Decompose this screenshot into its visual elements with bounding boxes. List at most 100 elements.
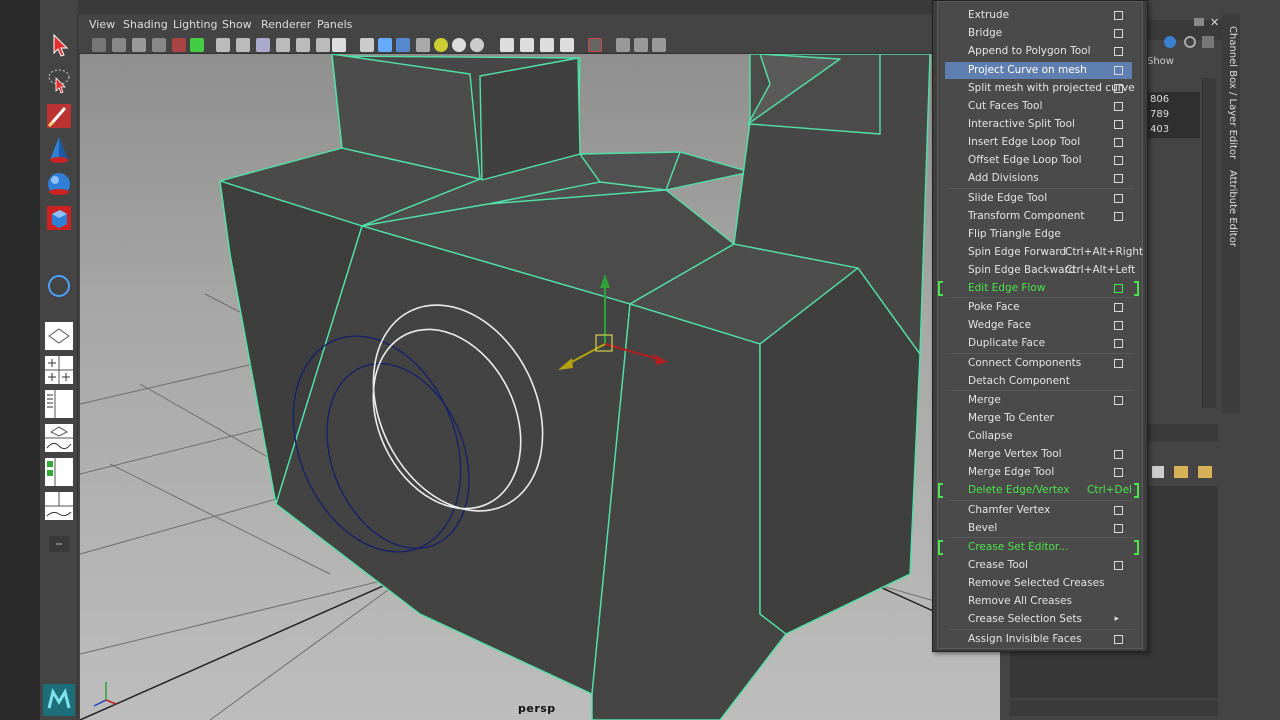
menu-shading[interactable]: Shading	[123, 18, 168, 31]
menu-item[interactable]: Spin Edge Backward Ctrl+Alt+Left	[945, 262, 1135, 279]
menu-item[interactable]: Split mesh with projected curve	[945, 80, 1135, 97]
option-box-icon[interactable]	[1114, 396, 1123, 405]
option-box-icon[interactable]	[1114, 303, 1123, 312]
single-pane-layout-icon[interactable]	[43, 320, 75, 352]
menu-item[interactable]: Flip Triangle Edge	[945, 226, 1132, 243]
safe-title-icon[interactable]	[316, 38, 330, 52]
menu-item[interactable]: Merge To Center	[945, 410, 1132, 427]
menu-view[interactable]: View	[89, 18, 115, 31]
layer-hscrollbar[interactable]	[1010, 700, 1218, 716]
menu-item[interactable]: Chamfer Vertex	[945, 502, 1132, 519]
menu-item[interactable]: Connect Components	[945, 355, 1132, 372]
option-box-icon[interactable]	[1114, 102, 1123, 111]
wireframe-icon[interactable]	[216, 38, 230, 52]
menu-item[interactable]: Remove Selected Creases	[945, 575, 1132, 592]
isolate-select-icon[interactable]	[588, 38, 602, 52]
channel-value[interactable]: 789	[1150, 109, 1169, 120]
menu-item[interactable]: Wedge Face	[945, 317, 1132, 334]
menu-item[interactable]: Bridge	[945, 25, 1132, 42]
smooth-shade-icon[interactable]	[378, 38, 392, 52]
option-box-icon[interactable]	[1114, 339, 1123, 348]
channel-box-settings-icon[interactable]	[1184, 36, 1196, 48]
menu-item[interactable]: Merge Vertex Tool	[945, 446, 1132, 463]
menu-item[interactable]: Add Divisions	[945, 170, 1132, 187]
use-all-lights-icon[interactable]	[434, 38, 448, 52]
menu-item[interactable]: Edit Edge Flow	[938, 280, 1139, 297]
scale-tool-icon[interactable]	[43, 202, 75, 234]
channel-box-toggle-icon[interactable]	[1164, 36, 1176, 48]
lasso-tool-icon[interactable]	[43, 64, 75, 96]
show-menu[interactable]: Show	[1147, 56, 1174, 67]
option-box-icon[interactable]	[1114, 561, 1123, 570]
option-box-icon[interactable]	[1114, 66, 1123, 75]
menu-lighting[interactable]: Lighting	[173, 18, 217, 31]
option-box-icon[interactable]	[1114, 284, 1123, 293]
move-tool-icon[interactable]	[43, 134, 75, 166]
backface-icon[interactable]	[652, 38, 666, 52]
option-box-icon[interactable]	[1114, 11, 1123, 20]
menu-item[interactable]: Remove All Creases	[945, 593, 1132, 610]
field-chart-icon[interactable]	[276, 38, 290, 52]
safe-action-icon[interactable]	[296, 38, 310, 52]
depth-of-field-icon[interactable]	[540, 38, 554, 52]
option-box-icon[interactable]	[1114, 84, 1123, 93]
screen-space-ao-icon[interactable]	[470, 38, 484, 52]
option-box-icon[interactable]	[1114, 138, 1123, 147]
layer-stack-icon[interactable]	[1152, 466, 1164, 478]
option-box-icon[interactable]	[1114, 468, 1123, 477]
option-box-icon[interactable]	[1114, 506, 1123, 515]
textured-icon[interactable]	[416, 38, 430, 52]
close-panel-icon[interactable]: ✕	[1210, 16, 1219, 29]
channel-value[interactable]: 403	[1150, 124, 1169, 135]
multisample-icon[interactable]	[520, 38, 534, 52]
menu-item[interactable]: Duplicate Face	[945, 335, 1132, 352]
graph-layout-icon[interactable]	[43, 422, 75, 454]
menu-item[interactable]: Assign Invisible Faces	[945, 631, 1132, 648]
menu-item[interactable]: Extrude	[945, 7, 1132, 24]
hypershade-layout-icon[interactable]	[43, 456, 75, 488]
option-box-icon[interactable]	[1114, 635, 1123, 644]
paint-select-tool-icon[interactable]	[43, 100, 75, 132]
menu-item[interactable]: Detach Component	[945, 373, 1132, 390]
option-box-icon[interactable]	[1114, 156, 1123, 165]
menu-item[interactable]: Merge Edge Tool	[945, 464, 1132, 481]
circle-tool-icon[interactable]	[43, 270, 75, 302]
menu-item[interactable]: Offset Edge Loop Tool	[945, 152, 1132, 169]
channel-value[interactable]: 806	[1150, 94, 1169, 105]
xray-icon[interactable]	[560, 38, 574, 52]
menu-item[interactable]: Cut Faces Tool	[945, 98, 1132, 115]
motion-blur-icon[interactable]	[500, 38, 514, 52]
camera-attributes-icon[interactable]	[112, 38, 126, 52]
camera-icon[interactable]	[92, 38, 106, 52]
select-tool-icon[interactable]	[43, 28, 75, 60]
wireframe-shade-icon[interactable]	[360, 38, 374, 52]
menu-item[interactable]: Insert Edge Loop Tool	[945, 134, 1132, 151]
option-box-icon[interactable]	[1114, 194, 1123, 203]
wireframe-on-shaded-icon[interactable]	[396, 38, 410, 52]
menu-item[interactable]: Poke Face	[945, 299, 1132, 316]
script-layout-icon[interactable]	[43, 490, 75, 522]
menu-item[interactable]: Delete Edge/Vertex Ctrl+Del	[938, 482, 1139, 499]
four-pane-layout-icon[interactable]	[43, 354, 75, 386]
option-box-icon[interactable]	[1114, 29, 1123, 38]
menu-item[interactable]: Slide Edge Tool	[945, 190, 1132, 207]
menu-item[interactable]: Append to Polygon Tool	[945, 43, 1132, 60]
image-plane-icon[interactable]	[152, 38, 166, 52]
option-box-icon[interactable]	[1114, 47, 1123, 56]
tab-channel-box[interactable]: Channel Box / Layer Editor	[1227, 26, 1238, 159]
menu-item[interactable]: Transform Component	[945, 208, 1132, 225]
float-panel-icon[interactable]	[1194, 18, 1204, 26]
menu-renderer[interactable]: Renderer	[261, 18, 311, 31]
option-box-icon[interactable]	[1114, 321, 1123, 330]
menu-item[interactable]: Project Curve on mesh	[945, 62, 1132, 79]
option-box-icon[interactable]	[1114, 174, 1123, 183]
tab-attribute-editor[interactable]: Attribute Editor	[1227, 170, 1238, 247]
menu-item[interactable]: Crease Set Editor...	[938, 539, 1139, 556]
grid-icon[interactable]	[172, 38, 186, 52]
menu-item[interactable]: Crease Selection Sets ▸	[945, 611, 1132, 628]
resolution-gate-icon[interactable]	[236, 38, 250, 52]
xray-active-icon[interactable]	[634, 38, 648, 52]
option-box-icon[interactable]	[1114, 120, 1123, 129]
new-layer-icon[interactable]	[1174, 466, 1188, 478]
xray-joints-icon[interactable]	[616, 38, 630, 52]
